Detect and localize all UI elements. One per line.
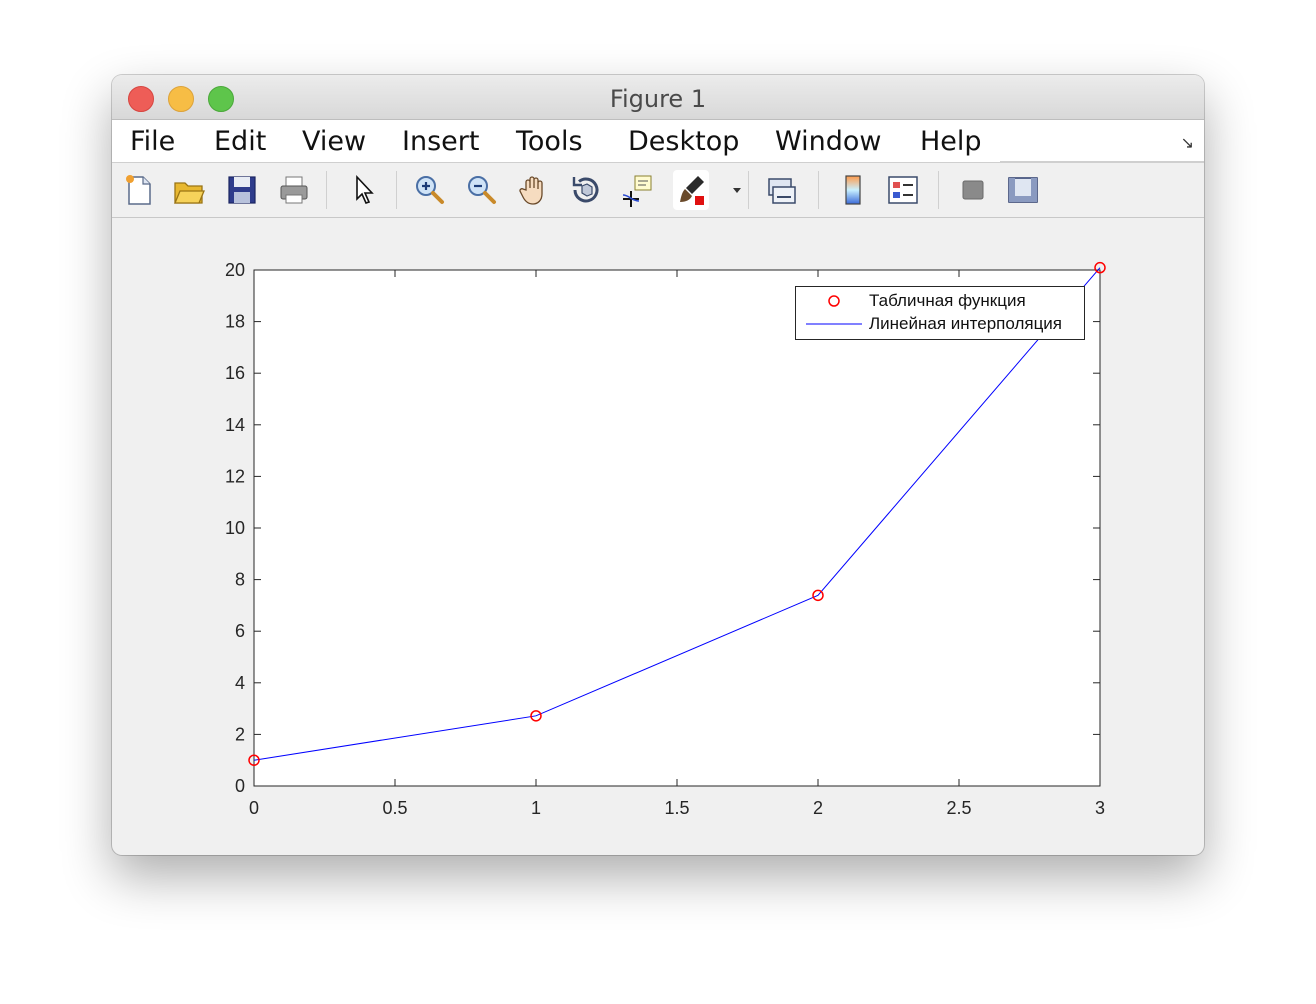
y-tick-label: 12: [225, 466, 245, 486]
brush-dropdown-icon[interactable]: [720, 173, 741, 207]
toolbar-separator: [396, 171, 397, 209]
y-tick-label: 16: [225, 363, 245, 383]
zoom-in-icon[interactable]: [413, 173, 447, 207]
y-tick-label: 8: [235, 570, 245, 590]
axes-box: [253, 269, 1101, 787]
x-tick-label: 2.5: [946, 798, 971, 818]
figure-canvas: 0 0.5 1 1.5 2 2.5 3 0 2 4 6 8 10 12 14 16 18 20 Табличная…: [112, 218, 1204, 855]
y-tick-label: 20: [225, 260, 245, 280]
y-tick-label: 2: [235, 724, 245, 744]
window-title: Figure 1: [609, 85, 707, 113]
toolbar-separator: [326, 171, 327, 209]
x-tick-label: 0: [249, 798, 259, 818]
pointer-icon[interactable]: [346, 173, 380, 207]
menu-desktop[interactable]: Desktop: [628, 126, 739, 157]
brush-icon[interactable]: [673, 170, 709, 210]
x-tick-label: 2: [813, 798, 823, 818]
legend[interactable]: Табличная функция Линейная интерполяция: [795, 286, 1085, 340]
menu-divider: [1000, 161, 1204, 162]
y-tick-label: 14: [225, 415, 245, 435]
menu-edit[interactable]: Edit: [214, 126, 266, 157]
figure-toolbar: [112, 163, 1204, 218]
y-tick-label: 6: [235, 621, 245, 641]
legend-entry: Линейная интерполяция: [796, 313, 1084, 335]
data-cursor-icon[interactable]: [621, 173, 655, 207]
zoom-out-icon[interactable]: [465, 173, 499, 207]
title-bar[interactable]: Figure 1: [112, 75, 1204, 120]
legend-line-icon: [806, 323, 862, 325]
rotate-3d-icon[interactable]: [569, 173, 603, 207]
link-plot-icon[interactable]: [765, 173, 799, 207]
menu-help[interactable]: Help: [920, 126, 982, 157]
y-tick-label: 10: [225, 518, 245, 538]
legend-marker-circle-icon: [828, 295, 840, 307]
x-tick-label: 1: [531, 798, 541, 818]
legend-label: Табличная функция: [869, 291, 1026, 310]
dock-figure-icon[interactable]: ↘: [1181, 133, 1194, 153]
legend-icon[interactable]: [886, 173, 920, 207]
y-tick-label: 18: [225, 312, 245, 332]
menu-tools[interactable]: Tools: [516, 126, 583, 157]
toolbar-separator: [938, 171, 939, 209]
save-icon[interactable]: [225, 173, 259, 207]
menu-view[interactable]: View: [302, 126, 366, 157]
figure-window: Figure 1 File Edit View Insert Tools Des…: [112, 75, 1204, 855]
new-figure-icon[interactable]: [122, 173, 156, 207]
y-tick-label: 0: [235, 776, 245, 796]
hide-plot-tools-icon[interactable]: [956, 173, 990, 207]
menu-file[interactable]: File: [130, 126, 175, 157]
menu-bar: File Edit View Insert Tools Desktop Wind…: [112, 120, 1204, 163]
menu-window[interactable]: Window: [775, 126, 881, 157]
print-icon[interactable]: [277, 173, 311, 207]
legend-label: Линейная интерполяция: [869, 314, 1063, 333]
x-tick-label: 1.5: [664, 798, 689, 818]
pan-icon[interactable]: [517, 173, 551, 207]
colorbar-icon[interactable]: [836, 173, 870, 207]
toolbar-separator: [818, 171, 819, 209]
x-tick-label: 0.5: [382, 798, 407, 818]
show-plot-tools-icon[interactable]: [1006, 173, 1040, 207]
open-file-icon[interactable]: [172, 173, 206, 207]
menu-insert[interactable]: Insert: [402, 126, 479, 157]
y-tick-label: 4: [235, 673, 245, 693]
toolbar-separator: [748, 171, 749, 209]
legend-entry: Табличная функция: [796, 290, 1084, 312]
x-tick-label: 3: [1095, 798, 1105, 818]
